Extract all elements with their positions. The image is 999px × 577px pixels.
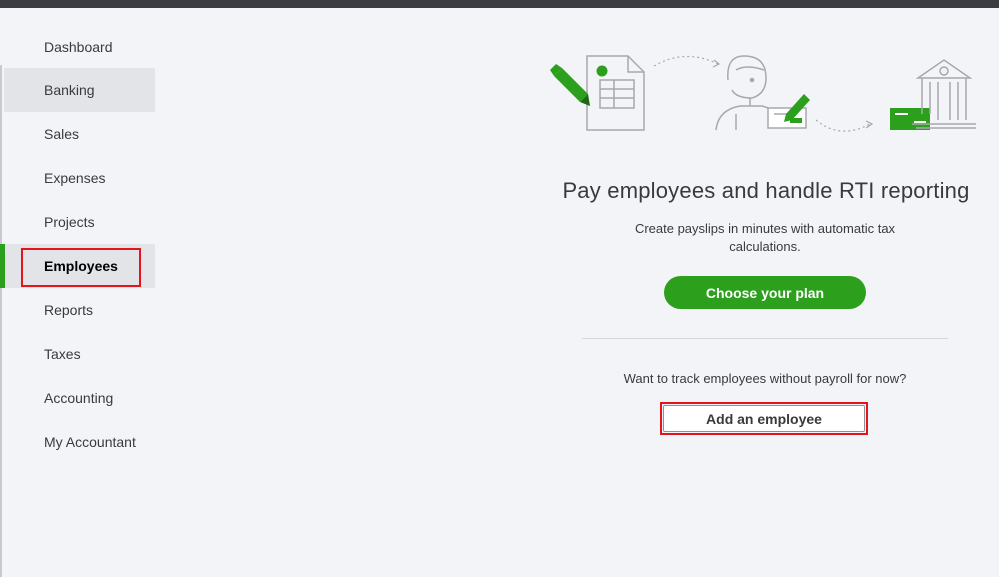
sidebar-item-expenses[interactable]: Expenses xyxy=(4,156,155,200)
choose-your-plan-button[interactable]: Choose your plan xyxy=(664,276,866,309)
check-card-icon xyxy=(890,108,930,130)
sidebar-item-label: Employees xyxy=(44,258,118,274)
sidebar-item-label: Dashboard xyxy=(44,39,113,55)
sidebar-item-my-accountant[interactable]: My Accountant xyxy=(4,420,155,464)
sidebar-item-label: Expenses xyxy=(44,170,106,186)
sidebar-item-label: My Accountant xyxy=(44,434,136,450)
sidebar-item-taxes[interactable]: Taxes xyxy=(4,332,155,376)
document-icon xyxy=(586,55,645,131)
section-divider xyxy=(582,338,948,339)
sidebar-item-label: Projects xyxy=(44,214,95,230)
sidebar-item-projects[interactable]: Projects xyxy=(4,200,155,244)
dotted-arrow-1 xyxy=(653,55,719,67)
page-subtext: Create payslips in minutes with automati… xyxy=(634,221,896,254)
sidebar-item-reports[interactable]: Reports xyxy=(4,288,155,332)
sidebar-item-label: Reports xyxy=(44,302,94,318)
active-indicator xyxy=(0,244,5,288)
add-employee-button[interactable]: Add an employee xyxy=(663,405,865,432)
sidebar-item-sales[interactable]: Sales xyxy=(4,112,155,156)
payroll-illustration xyxy=(550,55,976,132)
sidebar-item-accounting[interactable]: Accounting xyxy=(4,376,155,420)
sidebar-item-label: Sales xyxy=(44,126,80,142)
sidebar-item-label: Taxes xyxy=(44,346,81,362)
sidebar-item-banking[interactable]: Banking xyxy=(4,68,155,112)
sidebar-item-label: Accounting xyxy=(44,390,114,406)
sidebar-nav: Dashboard Banking Sales Expenses Project… xyxy=(0,8,155,577)
sidebar-item-dashboard[interactable]: Dashboard xyxy=(4,25,155,69)
top-bar xyxy=(0,0,999,8)
dotted-arrow-2 xyxy=(815,119,871,132)
track-question-text: Want to track employees without payroll … xyxy=(623,371,907,386)
pencil-icon xyxy=(550,64,590,106)
sidebar-item-employees[interactable]: Employees xyxy=(0,244,155,288)
green-dot-icon xyxy=(596,65,608,77)
page-headline: Pay employees and handle RTI reporting xyxy=(562,178,970,203)
sidebar-item-label: Banking xyxy=(44,82,95,98)
